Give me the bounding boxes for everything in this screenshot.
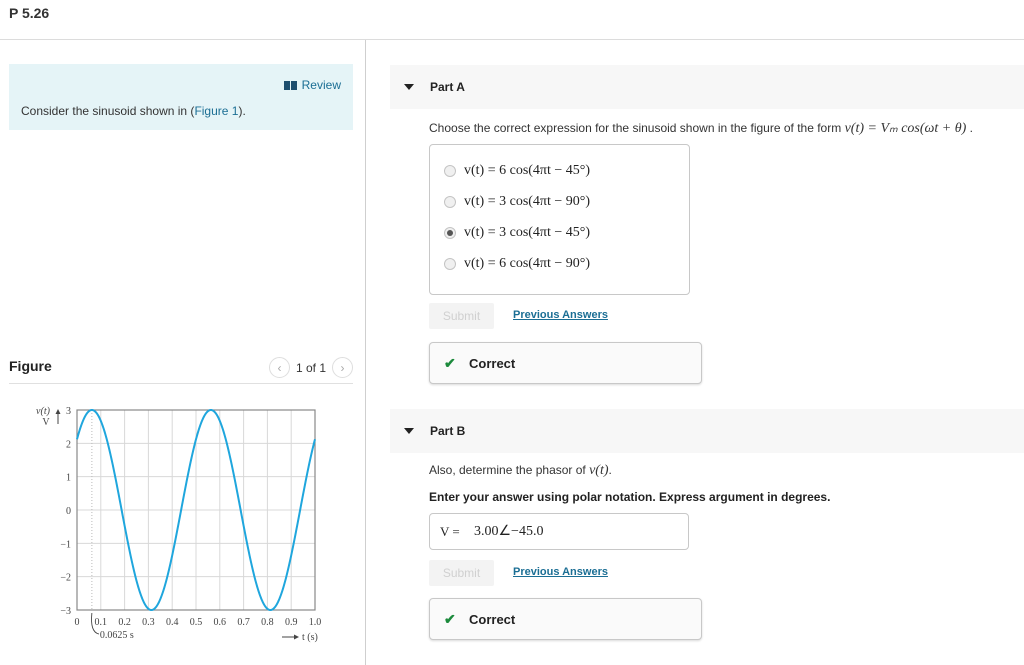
figure-heading: Figure xyxy=(9,358,52,374)
figure-pager: ‹ 1 of 1 › xyxy=(268,357,353,378)
option-label: v(t) = 6 cos(4πt − 90°) xyxy=(464,256,591,271)
x-tick-label: 0 xyxy=(75,617,80,628)
part-b-submit-button[interactable]: Submit xyxy=(429,560,494,586)
x-tick-label: 0.7 xyxy=(237,617,250,628)
x-tick-label: 0.3 xyxy=(142,617,155,628)
part-b-question-text: Also, determine the phasor of xyxy=(429,463,590,477)
x-tick-label: 0.5 xyxy=(190,617,203,628)
part-b-question-end: . xyxy=(608,463,612,477)
chevron-left-icon: ‹ xyxy=(277,360,282,375)
part-b-feedback: ✔ Correct xyxy=(429,598,702,640)
part-b-header[interactable]: Part B xyxy=(390,409,1024,453)
checkmark-icon: ✔ xyxy=(444,355,456,371)
y-tick-label: 2 xyxy=(66,439,71,450)
y-tick-label: 0 xyxy=(66,506,71,517)
part-b-question-math: v(t) xyxy=(589,463,609,478)
intro-text-end: ). xyxy=(238,104,246,118)
part-a-question-end: . xyxy=(966,121,973,135)
part-b-question: Also, determine the phasor of v(t). xyxy=(429,463,612,479)
radio-button[interactable] xyxy=(444,196,456,208)
sinusoid-chart: 0 0.1 0.2 0.3 0.4 0.5 0.6 0.7 0.8 0.9 1.0 3 2 1 0 −1 −2 −… xyxy=(36,406,322,643)
part-a-label: Part A xyxy=(430,80,465,94)
radio-button-selected[interactable] xyxy=(444,227,456,239)
part-a-question-math: v(t) = Vₘ cos(ωt + θ) xyxy=(844,121,967,136)
option-label: v(t) = 3 cos(4πt − 45°) xyxy=(464,225,591,240)
x-tick-label: 0.2 xyxy=(118,617,131,628)
part-a-submit-button[interactable]: Submit xyxy=(429,303,494,329)
x-tick-label: 0.6 xyxy=(214,617,227,628)
review-link[interactable]: Review xyxy=(283,78,341,92)
part-a-question: Choose the correct expression for the si… xyxy=(429,120,973,137)
y-tick-label: −2 xyxy=(60,573,71,584)
annotation-label: 0.0625 s xyxy=(100,630,134,641)
x-tick-label: 1.0 xyxy=(309,617,322,628)
option-label: v(t) = 6 cos(4πt − 45°) xyxy=(464,163,591,178)
feedback-text: Correct xyxy=(469,612,516,627)
problem-intro: Review Consider the sinusoid shown in (F… xyxy=(9,64,353,130)
part-a-header[interactable]: Part A xyxy=(390,65,1024,109)
header-divider xyxy=(0,39,1024,40)
collapse-triangle-icon xyxy=(404,84,414,90)
figure-link[interactable]: Figure 1 xyxy=(194,104,238,118)
book-icon xyxy=(283,80,297,90)
option-label: v(t) = 3 cos(4πt − 90°) xyxy=(464,194,591,209)
option-3[interactable]: v(t) = 3 cos(4πt − 45°) xyxy=(444,225,590,241)
answer-label: V = xyxy=(440,524,460,539)
x-tick-label: 0.8 xyxy=(261,617,274,628)
radio-button[interactable] xyxy=(444,258,456,270)
y-tick-label: −1 xyxy=(60,539,71,550)
option-4[interactable]: v(t) = 6 cos(4πt − 90°) xyxy=(444,256,590,272)
radio-button[interactable] xyxy=(444,165,456,177)
part-a-feedback: ✔ Correct xyxy=(429,342,702,384)
part-a-previous-answers-link[interactable]: Previous Answers xyxy=(513,309,608,321)
checkmark-icon: ✔ xyxy=(444,611,456,627)
x-axis-arrowhead-icon xyxy=(294,634,299,640)
intro-text: Consider the sinusoid shown in (Figure 1… xyxy=(21,104,246,118)
prev-figure-button[interactable]: ‹ xyxy=(268,357,290,378)
answer-options: v(t) = 6 cos(4πt − 45°) v(t) = 3 cos(4πt… xyxy=(429,144,690,295)
phasor-answer-field[interactable]: V = 3.00∠−45.0 xyxy=(429,513,689,550)
y-axis-unit: V xyxy=(42,417,50,428)
part-a-question-text: Choose the correct expression for the si… xyxy=(429,121,845,135)
intro-text-start: Consider the sinusoid shown in ( xyxy=(21,104,195,118)
panel-divider xyxy=(365,40,366,665)
y-axis-label: v(t) xyxy=(36,406,51,417)
pager-label: 1 of 1 xyxy=(295,360,326,375)
part-b-label: Part B xyxy=(430,424,466,438)
y-tick-label: 3 xyxy=(66,406,71,417)
problem-title: P 5.26 xyxy=(9,5,50,21)
x-axis-label: t (s) xyxy=(302,632,318,643)
answer-value[interactable]: 3.00∠−45.0 xyxy=(474,523,543,540)
x-tick-label: 0.1 xyxy=(95,617,108,628)
x-tick-label: 0.4 xyxy=(166,617,179,628)
review-label: Review xyxy=(301,78,341,92)
part-b-instruction: Enter your answer using polar notation. … xyxy=(429,490,831,504)
y-axis-arrowhead-icon xyxy=(55,409,61,414)
next-figure-button[interactable]: › xyxy=(332,357,353,378)
figure-header: Figure ‹ 1 of 1 › xyxy=(9,355,353,384)
part-b-previous-answers-link[interactable]: Previous Answers xyxy=(513,566,608,578)
y-tick-label: 1 xyxy=(66,473,71,484)
feedback-text: Correct xyxy=(469,356,516,371)
chevron-right-icon: › xyxy=(340,360,345,375)
x-tick-label: 0.9 xyxy=(285,617,298,628)
collapse-triangle-icon xyxy=(404,428,414,434)
option-2[interactable]: v(t) = 3 cos(4πt − 90°) xyxy=(444,194,590,210)
option-1[interactable]: v(t) = 6 cos(4πt − 45°) xyxy=(444,163,590,179)
y-tick-label: −3 xyxy=(60,606,71,617)
